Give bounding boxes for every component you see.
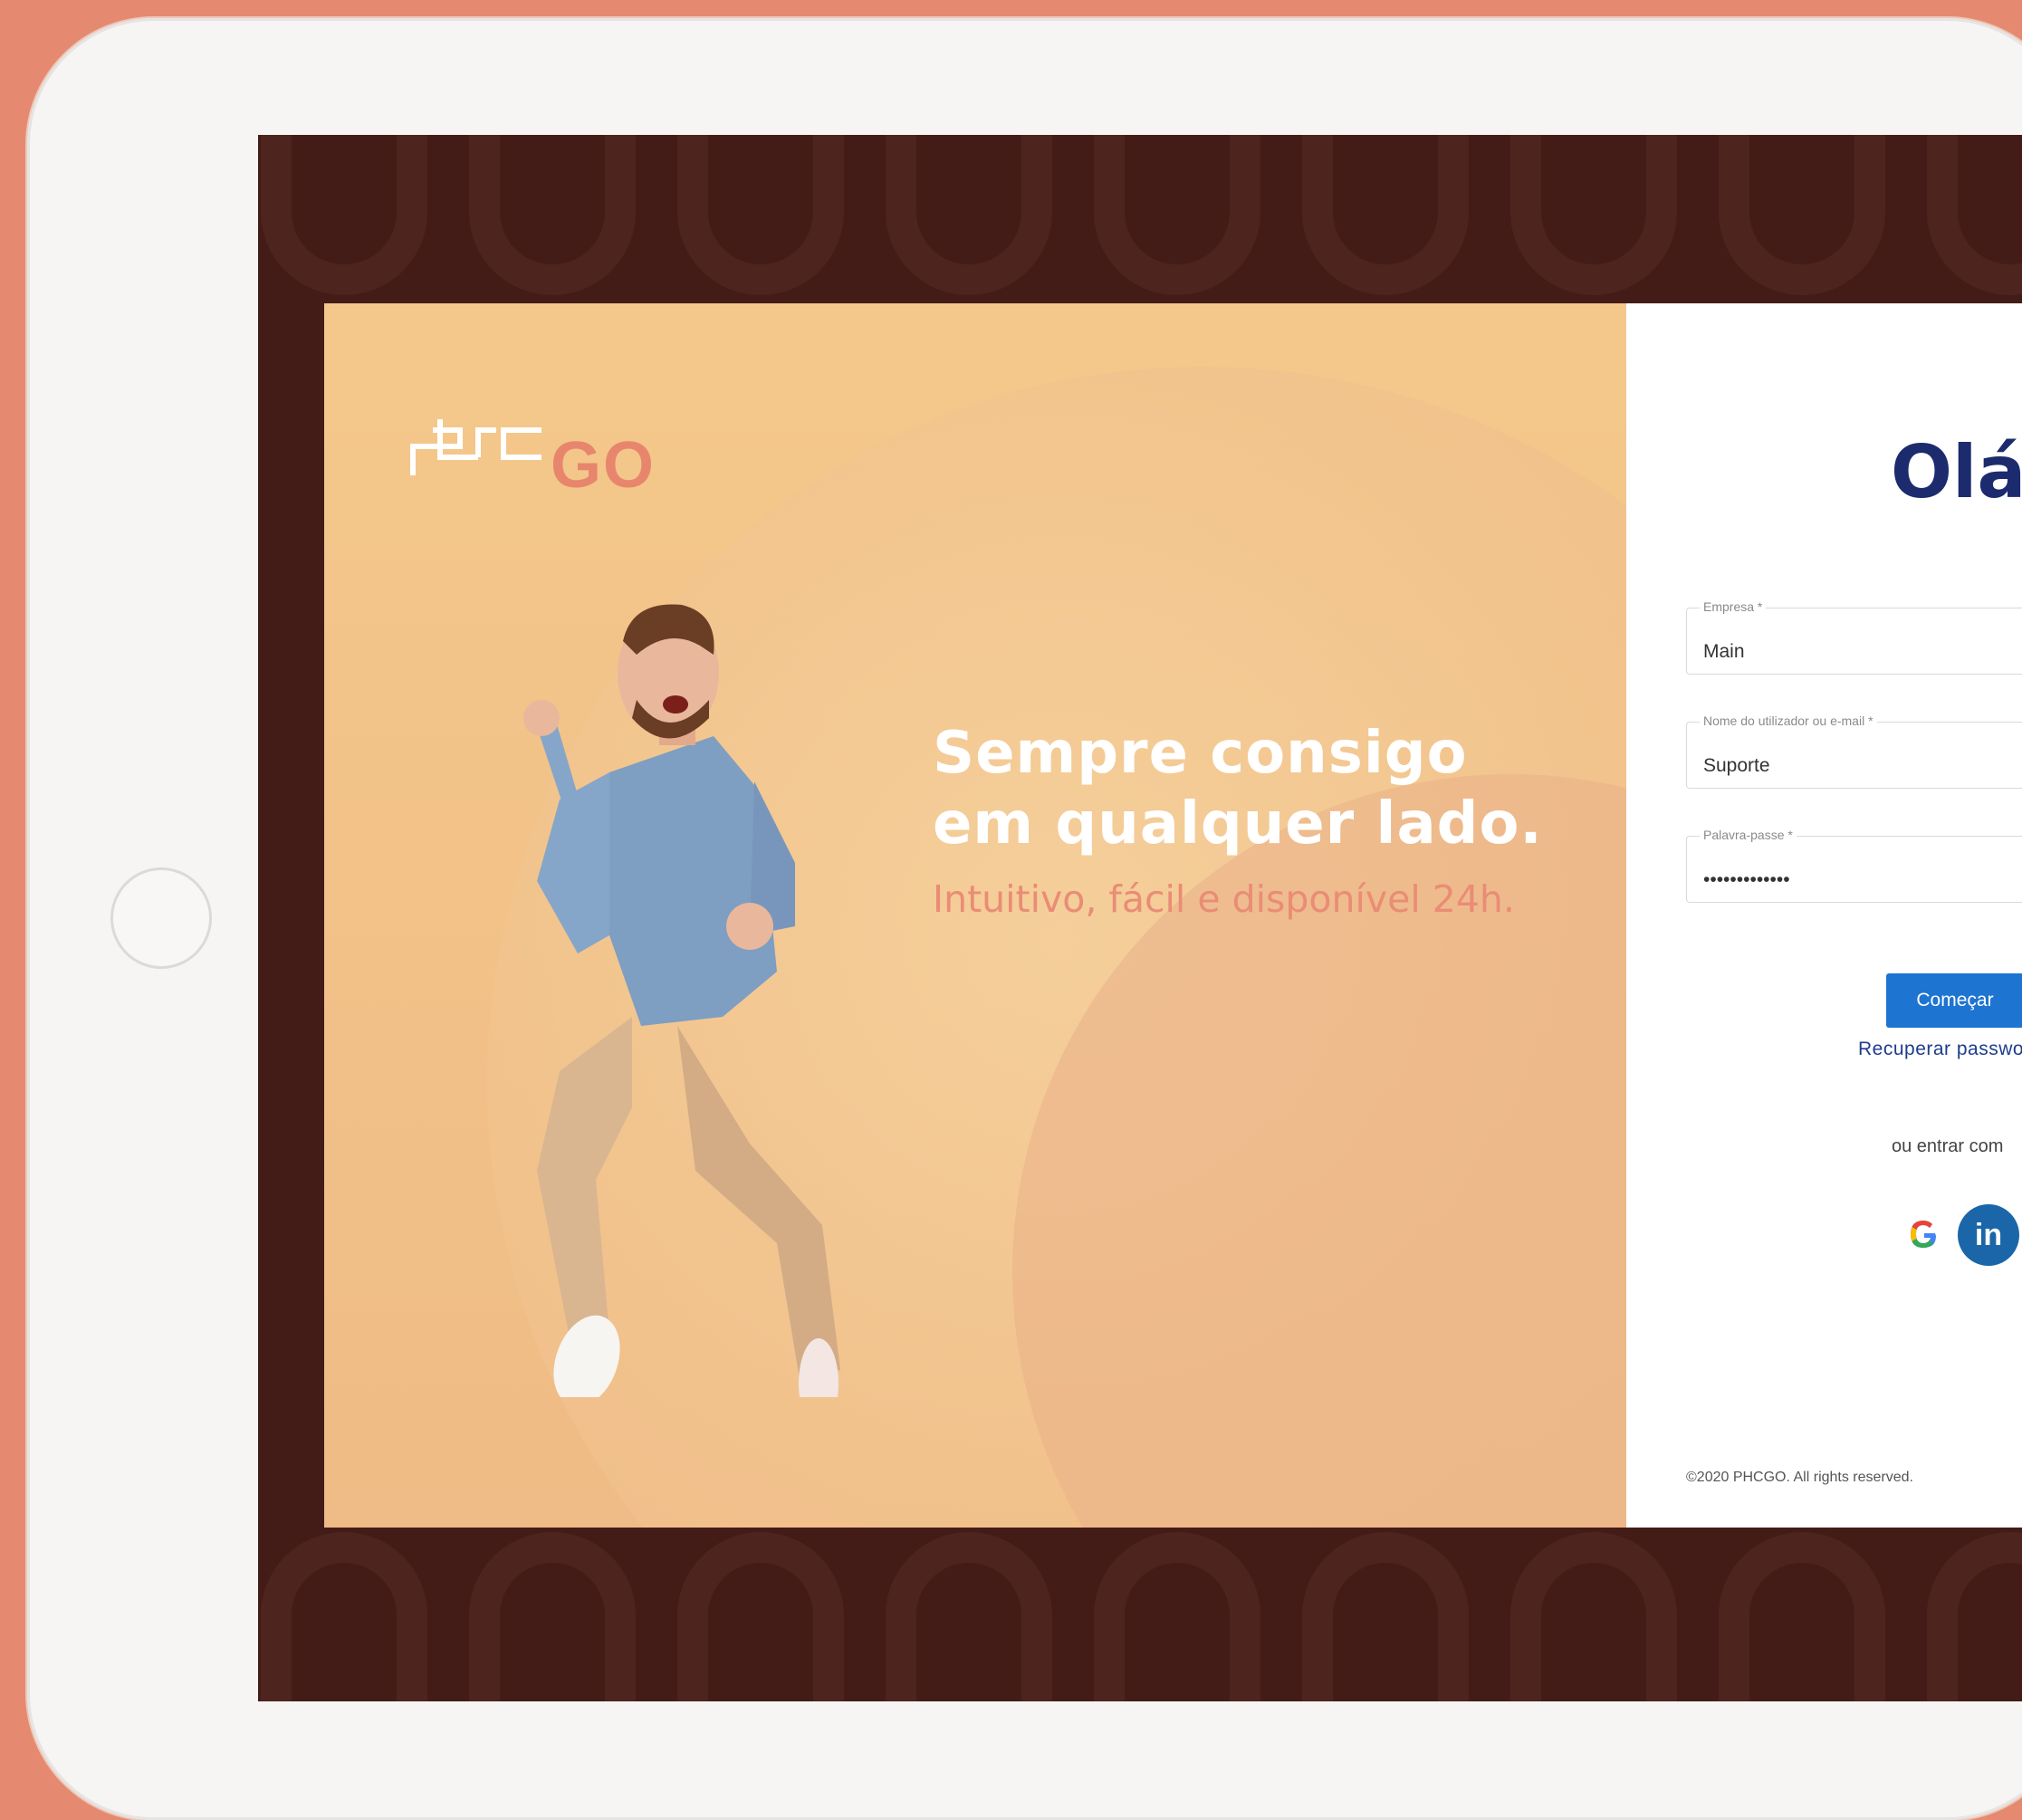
company-field-value: Main <box>1703 641 1745 662</box>
phc-logo-icon <box>410 419 541 475</box>
home-button[interactable] <box>110 867 212 969</box>
username-field[interactable]: Nome do utilizador ou e-mail * Suporte <box>1686 714 2022 789</box>
start-button[interactable]: Começar <box>1886 973 2022 1028</box>
linkedin-icon: in <box>1974 1217 2003 1252</box>
greeting-title: Olá <box>1891 430 2022 514</box>
tablet-frame: GO Sempre consigo em qualquer lado. Intu… <box>27 18 2022 1820</box>
google-icon <box>1911 1221 1936 1248</box>
recover-password-link[interactable]: Recuperar password <box>1858 1039 2022 1060</box>
password-field-label: Palavra-passe * <box>1700 828 1797 842</box>
password-field[interactable]: Palavra-passe * ••••••••••••• <box>1686 828 2022 903</box>
logo-go-text: GO <box>551 429 656 502</box>
hero-panel: GO Sempre consigo em qualquer lado. Intu… <box>324 303 1626 1528</box>
google-login-button[interactable] <box>1901 1212 1946 1257</box>
company-field-label: Empresa * <box>1700 599 1767 614</box>
login-card: GO Sempre consigo em qualquer lado. Intu… <box>324 303 2022 1528</box>
login-panel: Olá Empresa * Main Nome do utilizador ou… <box>1626 303 2022 1528</box>
hero-tagline: Intuitivo, fácil e disponível 24h. <box>933 877 1515 921</box>
hero-headline-line1: Sempre consigo <box>933 720 1468 787</box>
hero-headline-line2: em qualquer lado. <box>933 790 1543 857</box>
username-field-label: Nome do utilizador ou e-mail * <box>1700 714 1877 728</box>
company-field[interactable]: Empresa * Main <box>1686 599 2022 675</box>
copyright-text: ©2020 PHCGO. All rights reserved. <box>1686 1470 1913 1485</box>
username-field-value: Suporte <box>1703 755 1770 776</box>
hero-headline: Sempre consigo em qualquer lado. <box>933 718 1567 859</box>
jumping-man-illustration <box>523 604 840 1397</box>
password-field-value: ••••••••••••• <box>1703 869 1790 890</box>
alt-login-text: ou entrar com <box>1892 1136 2004 1156</box>
login-screen: GO Sempre consigo em qualquer lado. Intu… <box>258 135 2022 1701</box>
linkedin-login-button[interactable]: in <box>1958 1204 2019 1266</box>
